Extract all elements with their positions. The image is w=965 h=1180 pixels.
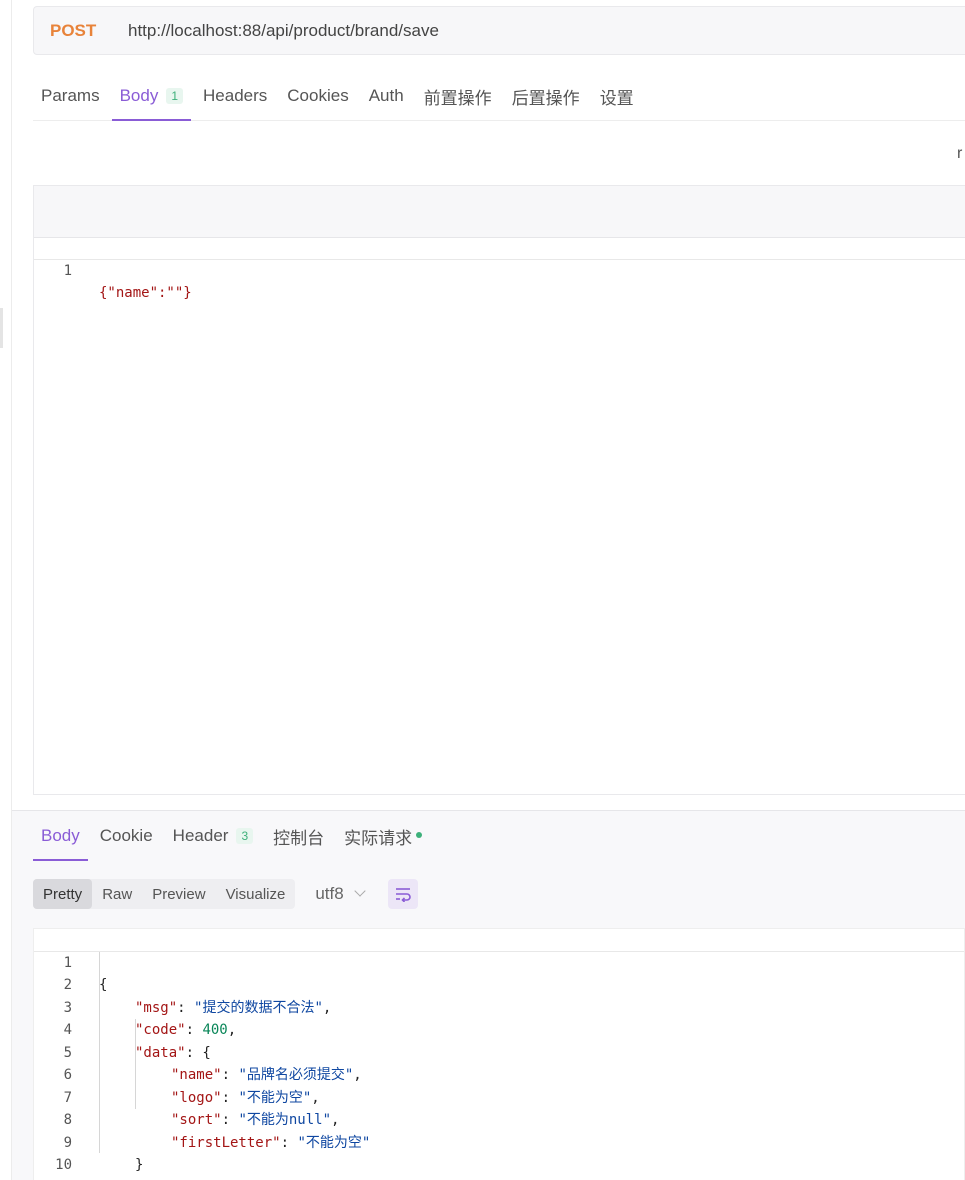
count-badge: 3 (236, 828, 254, 844)
tab-label: 设置 (599, 88, 634, 108)
response-view-toolbar: Pretty Raw Preview Visualize utf8 (33, 879, 418, 909)
tab-label: Cookie (99, 826, 153, 845)
tab-body[interactable]: Body 1 (111, 72, 192, 121)
tab-label: Cookies (287, 86, 349, 105)
tab-pre-request[interactable]: 前置操作 (416, 72, 500, 120)
encoding-value: utf8 (315, 884, 344, 903)
tab-console[interactable]: 控制台 (265, 811, 332, 861)
tab-label: Body (119, 86, 159, 105)
tab-label: Body (41, 826, 80, 845)
tab-label: 前置操作 (423, 88, 492, 108)
panel-resize-handle[interactable] (0, 308, 3, 348)
code-text: } (99, 1177, 107, 1180)
tab-post-request[interactable]: 后置操作 (504, 72, 588, 120)
tab-response-header[interactable]: Header 3 (165, 811, 261, 861)
code-line[interactable]: 10 } (34, 1132, 964, 1180)
request-tabs: Params Body 1 Headers Cookies Auth 前置操作 后… (33, 72, 965, 121)
url-input[interactable]: http://localhost:88/api/product/brand/sa… (128, 21, 439, 41)
code-line[interactable]: 4 "data": { (34, 997, 964, 1061)
chevron-down-icon (354, 885, 366, 897)
view-visualize-button[interactable]: Visualize (216, 879, 296, 909)
tab-label: 实际请求 (344, 828, 413, 848)
editor-toolbar (34, 186, 965, 238)
http-method[interactable]: POST (50, 21, 128, 41)
response-body-viewer[interactable]: 1 { 2 "msg": "提交的数据不合法", 3 "code": 400, … (33, 928, 965, 1180)
tab-response-cookie[interactable]: Cookie (92, 811, 161, 861)
code-line[interactable]: 5 "name": "品牌名必须提交", (34, 1019, 964, 1084)
code-line[interactable]: 6 "logo": "不能为空", (34, 1042, 964, 1106)
tab-label: Header (172, 826, 229, 845)
code-line[interactable]: 7 "sort": "不能为null", (34, 1064, 964, 1129)
count-badge: 1 (166, 88, 184, 104)
word-wrap-button[interactable] (387, 879, 418, 909)
tab-settings[interactable]: 设置 (592, 72, 642, 120)
tab-label: 后置操作 (511, 88, 580, 108)
code-line[interactable]: 1 {"name":""} (34, 238, 965, 301)
encoding-select[interactable]: utf8 (315, 884, 366, 904)
code-line[interactable]: 1 { (34, 929, 964, 993)
view-raw-button[interactable]: Raw (92, 879, 142, 909)
view-preview-button[interactable]: Preview (142, 879, 215, 909)
line-number: 1 (63, 263, 72, 279)
code-line[interactable]: 3 "code": 400, (34, 974, 964, 1039)
response-panel: Body Cookie Header 3 控制台 实际请求 Pretty Raw … (12, 810, 965, 1180)
tab-label: Auth (368, 86, 404, 105)
tab-label: Headers (203, 86, 268, 105)
tab-headers[interactable]: Headers (195, 72, 275, 120)
tab-actual-request[interactable]: 实际请求 (336, 811, 430, 861)
tab-label: 控制台 (273, 828, 325, 848)
tab-response-body[interactable]: Body (33, 811, 88, 861)
code-text: {"name":""} (99, 285, 192, 301)
truncated-option[interactable]: r (957, 145, 962, 163)
view-pretty-button[interactable]: Pretty (33, 879, 93, 909)
code-line[interactable]: 2 "msg": "提交的数据不合法", (34, 952, 964, 1016)
code-line[interactable]: 9 } (34, 1109, 964, 1174)
tab-auth[interactable]: Auth (361, 72, 412, 120)
tab-label: Params (41, 86, 100, 105)
word-wrap-icon (395, 888, 411, 902)
request-body-editor[interactable]: 1 {"name":""} (33, 185, 965, 795)
line-number: 10 (55, 1157, 72, 1173)
view-mode-toggle: Pretty Raw Preview Visualize (33, 879, 296, 909)
tab-cookies[interactable]: Cookies (279, 72, 356, 120)
status-dot-icon (416, 832, 423, 838)
tab-params[interactable]: Params (33, 72, 108, 120)
code-text: } (135, 1157, 144, 1173)
url-bar[interactable]: POST http://localhost:88/api/product/bra… (33, 6, 965, 55)
left-panel-edge (0, 0, 12, 1180)
code-line[interactable]: 8 "firstLetter": "不能为空" (34, 1087, 964, 1151)
response-tabs: Body Cookie Header 3 控制台 实际请求 (33, 811, 434, 861)
